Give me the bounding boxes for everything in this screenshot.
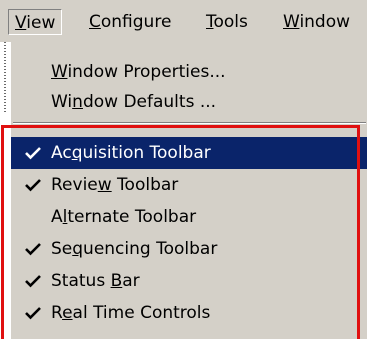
label-post: uencing Toolbar bbox=[83, 239, 218, 259]
menu-configure[interactable]: Configure bbox=[89, 9, 171, 35]
menu-item-review-toolbar-label: Review Toolbar bbox=[51, 169, 178, 201]
menu-tools-mnemonic: T bbox=[206, 12, 214, 32]
label-pre: Revie bbox=[51, 175, 98, 195]
label-post: uisition Toolbar bbox=[82, 143, 211, 163]
menu-bar: View Configure Tools Window bbox=[0, 0, 367, 42]
menu-configure-label-post: onfigure bbox=[100, 12, 172, 32]
menu-view[interactable]: View bbox=[8, 9, 63, 35]
menu-item-window-defaults-label: Window Defaults ... bbox=[51, 86, 216, 118]
label-pre: Se bbox=[51, 239, 73, 259]
menu-item-real-time-controls[interactable]: Real Time Controls bbox=[11, 297, 367, 329]
label-pre: Ac bbox=[51, 143, 72, 163]
label-post: ternate Toolbar bbox=[67, 207, 197, 227]
menu-item-sequencing-toolbar[interactable]: Sequencing Toolbar bbox=[11, 233, 367, 265]
label-mnemonic: B bbox=[110, 271, 123, 291]
check-icon bbox=[25, 307, 41, 320]
label-post: Toolbar bbox=[111, 175, 179, 195]
label-mnemonic: n bbox=[72, 92, 83, 112]
label-pre: R bbox=[51, 303, 63, 323]
menu-item-sequencing-toolbar-label: Sequencing Toolbar bbox=[51, 233, 217, 265]
label-mnemonic: e bbox=[62, 303, 73, 323]
label-mnemonic: w bbox=[97, 175, 112, 195]
label-pre: A bbox=[51, 207, 63, 227]
label-pre: Status bbox=[51, 271, 111, 291]
menu-item-alternate-toolbar[interactable]: Alternate Toolbar bbox=[11, 201, 367, 233]
menu-item-review-toolbar[interactable]: Review Toolbar bbox=[11, 169, 367, 201]
check-icon bbox=[25, 147, 41, 160]
menu-separator bbox=[13, 122, 366, 124]
label-mnemonic: W bbox=[51, 62, 68, 82]
menu-item-status-bar-label: Status Bar bbox=[51, 265, 140, 297]
menu-item-status-bar[interactable]: Status Bar bbox=[11, 265, 367, 297]
menu-item-real-time-controls-label: Real Time Controls bbox=[51, 297, 210, 329]
menu-item-acquisition-toolbar[interactable]: Acquisition Toolbar bbox=[11, 137, 367, 169]
label-post: al Time Controls bbox=[72, 303, 211, 323]
label-post: dow Defaults ... bbox=[82, 92, 217, 112]
label-post: indow Properties... bbox=[67, 62, 226, 82]
label-mnemonic: q bbox=[72, 239, 84, 259]
menu-window[interactable]: Window bbox=[283, 9, 350, 35]
menu-configure-mnemonic: C bbox=[89, 12, 101, 32]
menu-item-window-defaults[interactable]: Window Defaults ... bbox=[11, 86, 367, 118]
menu-tools-label-post: ools bbox=[213, 12, 248, 32]
check-icon bbox=[25, 179, 41, 192]
menu-item-window-properties[interactable]: Window Properties... bbox=[11, 56, 367, 88]
check-icon bbox=[25, 243, 41, 256]
label-pre: Wi bbox=[51, 92, 73, 112]
label-post: ar bbox=[122, 271, 140, 291]
left-edge-dots bbox=[4, 42, 6, 114]
menu-item-window-properties-label: Window Properties... bbox=[51, 56, 226, 88]
menu-window-mnemonic: W bbox=[283, 12, 300, 32]
menu-item-alternate-toolbar-label: Alternate Toolbar bbox=[51, 201, 196, 233]
menu-view-mnemonic: V bbox=[15, 13, 27, 33]
label-mnemonic: q bbox=[71, 143, 83, 163]
menu-view-label-post: iew bbox=[26, 13, 56, 33]
menu-tools[interactable]: Tools bbox=[206, 9, 248, 35]
menu-window-label-post: indow bbox=[299, 12, 351, 32]
menu-item-acquisition-toolbar-label: Acquisition Toolbar bbox=[51, 137, 211, 169]
check-icon bbox=[25, 275, 41, 288]
view-dropdown-menu: Window Properties... Window Defaults ...… bbox=[10, 42, 367, 339]
